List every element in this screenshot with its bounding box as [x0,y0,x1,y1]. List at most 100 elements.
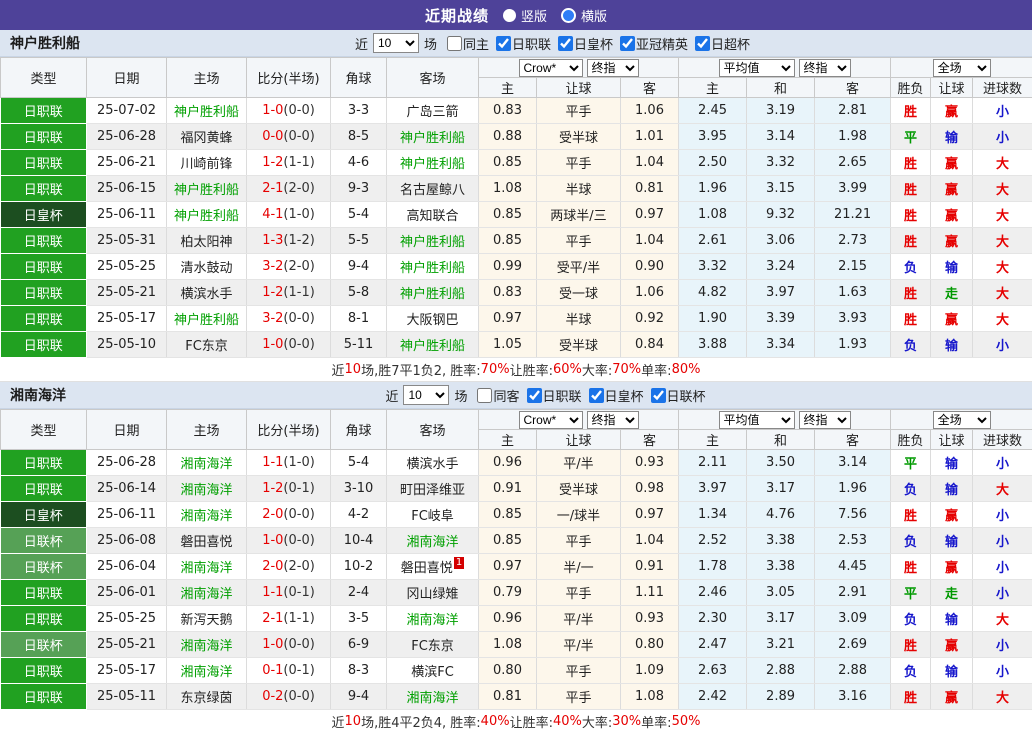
summary-text: 50% [672,714,701,729]
layout-radio-horizontal[interactable]: 横版 [561,6,607,25]
match-score: 1-1(1-0) [247,450,331,476]
halftime-score: (0-0) [283,507,314,522]
away-team: 神户胜利船 [387,124,479,150]
same-venue-checkbox-item[interactable]: 同客 [470,386,519,405]
home-team-name: 清水鼓动 [180,261,232,276]
handicap-home-odds: 0.85 [479,528,537,554]
league-checkbox-item[interactable]: 日皇杯 [551,34,613,53]
league-checkbox[interactable] [651,388,666,403]
filter-matches-label: 场 [424,34,437,53]
goals-outcome: 大 [973,202,1032,228]
fulltime-score: 2-0 [262,559,283,574]
league-checkbox-item[interactable]: 日皇杯 [582,386,644,405]
away-team-name: 町田泽维亚 [400,483,465,498]
team-section-header: 神户胜利船近10场同主日职联日皇杯亚冠精英日超杯 [0,30,1032,57]
handicap-home-odds: 0.80 [479,658,537,684]
home-team: 湘南海洋 [167,502,247,528]
home-team: 湘南海洋 [167,554,247,580]
match-date: 25-05-21 [87,280,167,306]
match-type-badge: 日职联 [1,580,87,606]
handicap-home-odds: 0.96 [479,606,537,632]
home-team: 横滨水手 [167,280,247,306]
handicap-line: 受平/半 [537,254,621,280]
same-venue-checkbox[interactable] [477,388,492,403]
league-checkbox[interactable] [589,388,604,403]
match-type-badge: 日职联 [1,124,87,150]
red-card-badge: 1 [454,557,464,569]
league-checkbox-item[interactable]: 日联杯 [644,386,706,405]
europe-away-odds: 2.91 [815,580,891,606]
league-checkbox-item[interactable]: 日职联 [520,386,582,405]
result-outcome: 负 [891,658,931,684]
home-team: 神户胜利船 [167,306,247,332]
scope-select[interactable]: 全场 [933,411,991,429]
handicap-home-odds: 0.97 [479,306,537,332]
handicap-source-select[interactable]: Crow* [519,411,583,429]
recent-count-select[interactable]: 10 [373,33,419,53]
league-checkbox[interactable] [527,388,542,403]
goals-outcome: 小 [973,450,1032,476]
same-venue-checkbox-item[interactable]: 同主 [440,34,489,53]
handicap-time-select[interactable]: 终指 [587,411,639,429]
odds-time-select[interactable]: 终指 [799,59,851,77]
league-checkbox-item[interactable]: 日职联 [489,34,551,53]
handicap-away-odds: 1.08 [621,684,679,710]
layout-radio-vertical[interactable]: 竖版 [503,6,547,25]
league-checkbox-item[interactable]: 亚冠精英 [613,34,688,53]
europe-draw-odds: 3.34 [747,332,815,358]
same-venue-checkbox[interactable] [447,36,462,51]
column-header-3: 比分(半场) [247,410,331,450]
home-team-name: 磐田喜悦 [180,535,232,550]
recent-count-select[interactable]: 10 [403,385,449,405]
home-team-name: 湘南海洋 [180,457,232,472]
odds-source-select[interactable]: 平均值 [719,59,795,77]
league-checkbox[interactable] [496,36,511,51]
fulltime-score: 1-0 [262,637,283,652]
handicap-home-odds: 0.97 [479,554,537,580]
odds-source-select[interactable]: 平均值 [719,411,795,429]
table-row: 日职联25-05-25清水鼓动3-2(2-0)9-4神户胜利船0.99受平/半0… [1,254,1032,280]
home-team: 清水鼓动 [167,254,247,280]
league-checkbox[interactable] [620,36,635,51]
odds-time-select[interactable]: 终指 [799,411,851,429]
table-row: 日职联25-06-14湘南海洋1-2(0-1)3-10町田泽维亚0.91受半球0… [1,476,1032,502]
home-team-name: 湘南海洋 [180,665,232,680]
match-date: 25-07-02 [87,98,167,124]
away-team: 冈山绿雉 [387,580,479,606]
handicap-line: 平手 [537,684,621,710]
handicap-line: 受半球 [537,124,621,150]
europe-away-odds: 2.73 [815,228,891,254]
away-team: 横滨水手 [387,450,479,476]
table-row: 日职联25-05-11东京绿茵0-2(0-0)9-4湘南海洋0.81平手1.08… [1,684,1032,710]
halftime-score: (1-0) [283,207,314,222]
asia-odds-group-header: Crow*终指 [479,410,679,430]
column-header-0: 类型 [1,58,87,98]
goals-outcome: 小 [973,332,1032,358]
league-checkbox[interactable] [695,36,710,51]
match-date: 25-06-28 [87,450,167,476]
league-checkbox[interactable] [558,36,573,51]
corner-count: 8-3 [331,658,387,684]
summary-text: 10 [345,714,362,729]
handicap-time-select[interactable]: 终指 [587,59,639,77]
handicap-source-select[interactable]: Crow* [519,59,583,77]
result-outcome: 负 [891,332,931,358]
handicap-home-odds: 0.83 [479,98,537,124]
europe-away-odds: 2.65 [815,150,891,176]
handicap-outcome: 赢 [931,502,973,528]
goals-outcome: 小 [973,554,1032,580]
corner-count: 5-4 [331,202,387,228]
match-score: 1-3(1-2) [247,228,331,254]
home-team: FC东京 [167,332,247,358]
table-row: 日职联25-05-31柏太阳神1-3(1-2)5-5神户胜利船0.85平手1.0… [1,228,1032,254]
europe-draw-odds: 9.32 [747,202,815,228]
match-score: 1-1(0-1) [247,580,331,606]
corner-count: 10-4 [331,528,387,554]
match-type-badge: 日皇杯 [1,202,87,228]
handicap-outcome: 输 [931,450,973,476]
match-type-badge: 日职联 [1,280,87,306]
league-checkbox-item[interactable]: 日超杯 [688,34,750,53]
scope-select[interactable]: 全场 [933,59,991,77]
handicap-outcome: 赢 [931,554,973,580]
sub-column-header-1: 让球 [537,78,621,98]
